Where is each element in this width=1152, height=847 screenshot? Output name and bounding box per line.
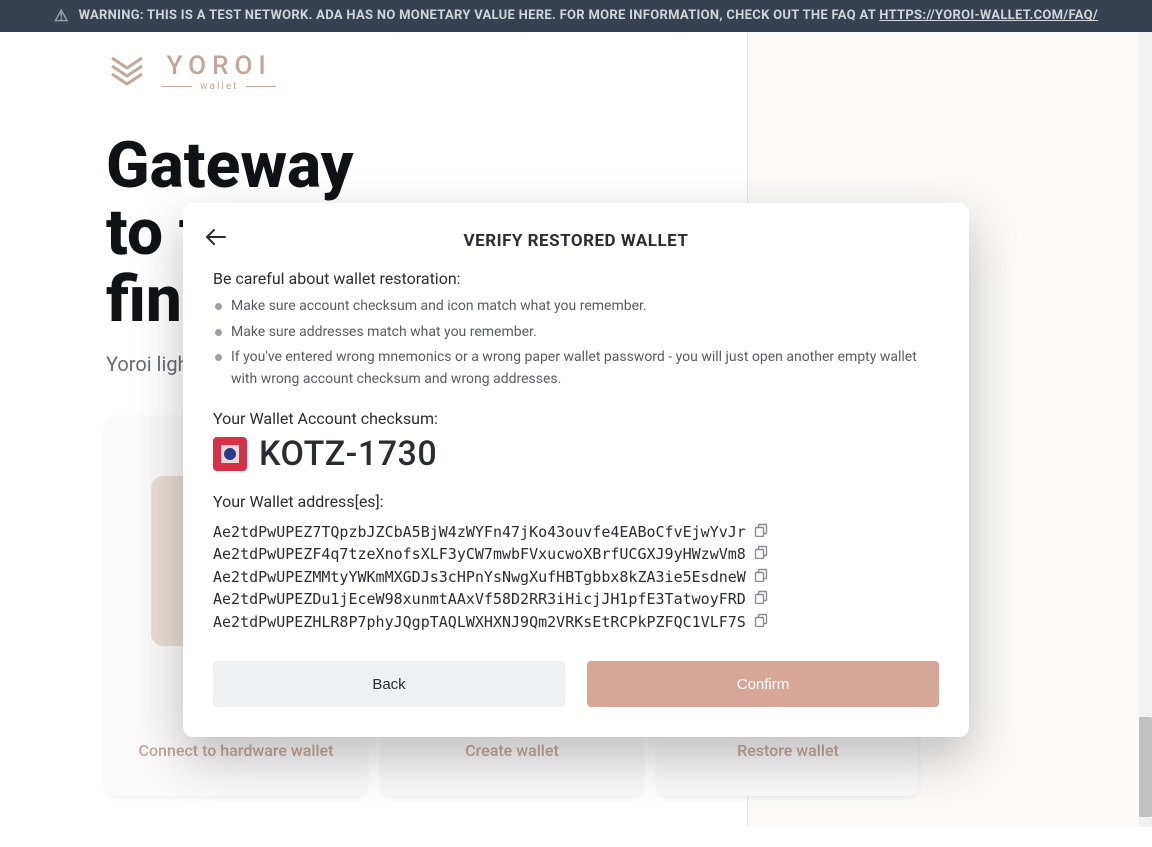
warning-text: WARNING: THIS IS A TEST NETWORK. ADA HAS… <box>79 8 880 23</box>
modal-bullet-list: Make sure account checksum and icon matc… <box>213 296 939 391</box>
copy-icon[interactable] <box>754 521 768 544</box>
address-text: Ae2tdPwUPEZ7TQpzbJZCbA5BjW4zWYFn47jKo43o… <box>213 521 746 544</box>
address-text: Ae2tdPwUPEZDu1jEceW98xunmtAAxVf58D2RR3iH… <box>213 588 746 611</box>
modal-bullet: If you've entered wrong mnemonics or a w… <box>213 347 939 390</box>
warning-faq-link[interactable]: HTTPS://YOROI-WALLET.COM/FAQ/ <box>879 8 1098 23</box>
modal-intro: Be careful about wallet restoration: <box>213 269 939 288</box>
confirm-button[interactable]: Confirm <box>587 661 939 707</box>
address-row: Ae2tdPwUPEZF4q7tzeXnofsXLF3yCW7mwbFVxucw… <box>213 543 939 566</box>
copy-icon[interactable] <box>754 566 768 589</box>
address-row: Ae2tdPwUPEZMMtyYWKmMXGDJs3cHPnYsNwgXufHB… <box>213 566 939 589</box>
address-row: Ae2tdPwUPEZHLR8P7phyJQgpTAQLWXHXNJ9Qm2VR… <box>213 611 939 634</box>
checksum-value: KOTZ-1730 <box>259 434 437 474</box>
back-arrow-icon[interactable] <box>205 229 227 249</box>
checksum-section-label: Your Wallet Account checksum: <box>213 409 939 428</box>
modal-bullet: Make sure account checksum and icon matc… <box>213 296 939 318</box>
verify-restored-wallet-modal: VERIFY RESTORED WALLET Be careful about … <box>183 203 969 737</box>
modal-title: VERIFY RESTORED WALLET <box>213 231 939 251</box>
address-text: Ae2tdPwUPEZHLR8P7phyJQgpTAQLWXHXNJ9Qm2VR… <box>213 611 746 634</box>
warning-icon: ⚠ <box>54 4 69 28</box>
testnet-warning-bar: ⚠ WARNING: THIS IS A TEST NETWORK. ADA H… <box>0 0 1152 32</box>
checksum-identicon-icon <box>213 437 247 471</box>
address-row: Ae2tdPwUPEZ7TQpzbJZCbA5BjW4zWYFn47jKo43o… <box>213 521 939 544</box>
address-list: Ae2tdPwUPEZ7TQpzbJZCbA5BjW4zWYFn47jKo43o… <box>213 521 939 634</box>
address-text: Ae2tdPwUPEZF4q7tzeXnofsXLF3yCW7mwbFVxucw… <box>213 543 746 566</box>
address-row: Ae2tdPwUPEZDu1jEceW98xunmtAAxVf58D2RR3iH… <box>213 588 939 611</box>
modal-bullet: Make sure addresses match what you remem… <box>213 322 939 344</box>
modal-button-row: Back Confirm <box>213 661 939 707</box>
back-button[interactable]: Back <box>213 661 565 707</box>
copy-icon[interactable] <box>754 543 768 566</box>
modal-backdrop: VERIFY RESTORED WALLET Be careful about … <box>0 32 1152 827</box>
copy-icon[interactable] <box>754 611 768 634</box>
checksum-row: KOTZ-1730 <box>213 434 939 474</box>
addresses-section-label: Your Wallet address[es]: <box>213 492 939 511</box>
copy-icon[interactable] <box>754 588 768 611</box>
address-text: Ae2tdPwUPEZMMtyYWKmMXGDJs3cHPnYsNwgXufHB… <box>213 566 746 589</box>
